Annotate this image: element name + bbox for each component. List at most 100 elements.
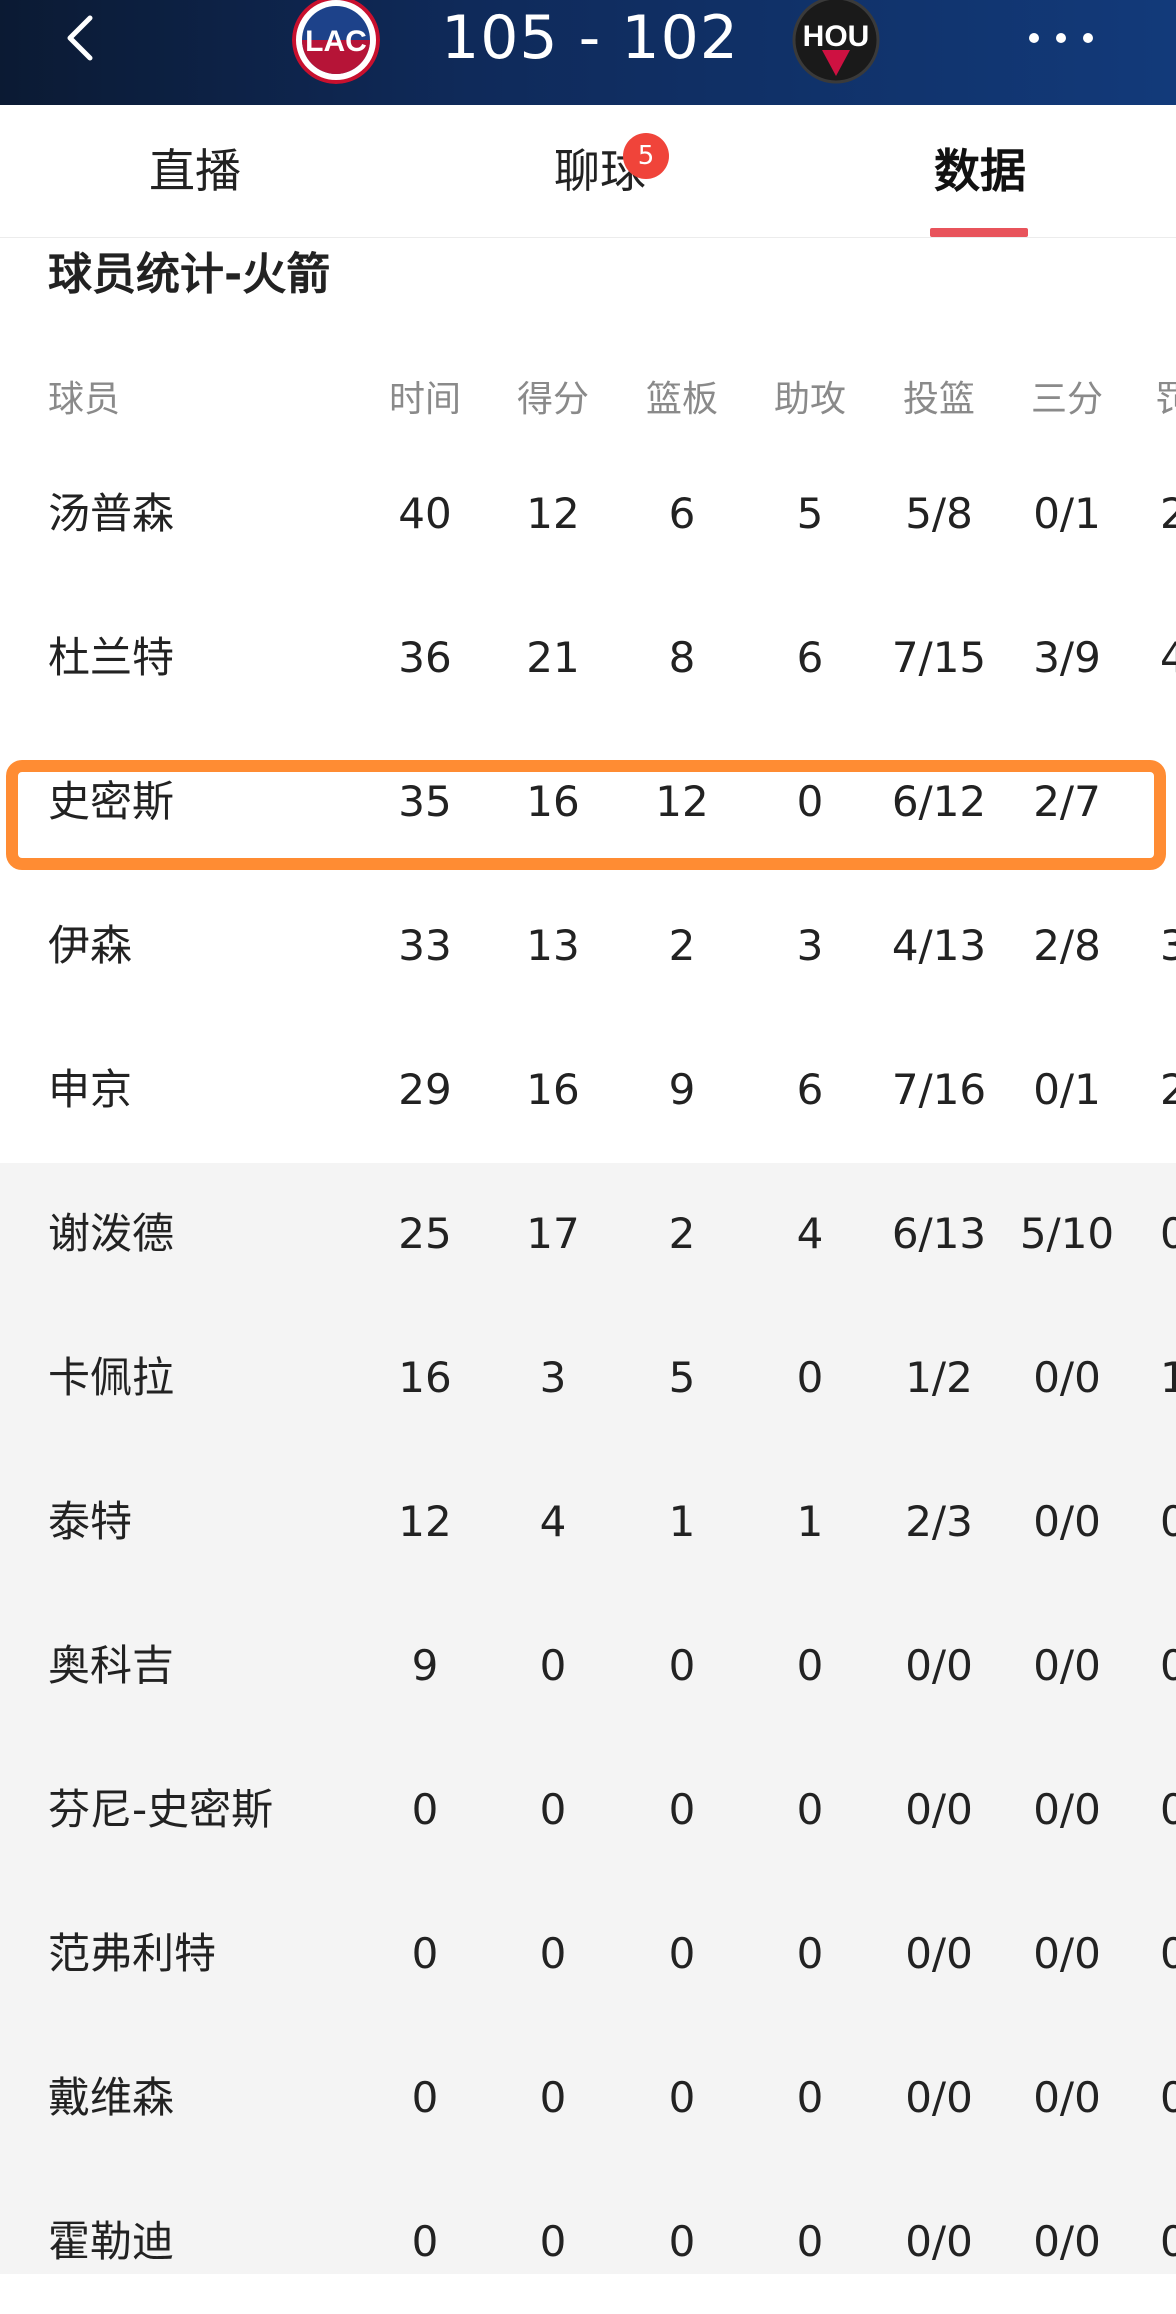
three-pointers-cell: 0/1 bbox=[1033, 1065, 1101, 1114]
col-field-goals[interactable]: 投篮 bbox=[889, 370, 989, 430]
table-row[interactable]: 卡佩拉 16 3 5 0 1/2 0/0 1 bbox=[0, 1306, 1176, 1450]
free-throws-cell: 2 bbox=[1160, 1065, 1176, 1114]
player-name-cell[interactable]: 泰特 bbox=[48, 1450, 368, 1594]
clippers-logo[interactable]: LAC bbox=[292, 0, 380, 84]
tab-chat[interactable]: 聊球 bbox=[500, 105, 700, 237]
table-row[interactable]: 芬尼-史密斯 0 0 0 0 0/0 0/0 0 bbox=[0, 1738, 1176, 1882]
player-name-cell[interactable]: 史密斯 bbox=[48, 730, 368, 874]
points-cell: 0 bbox=[539, 2217, 567, 2266]
svg-text:LAC: LAC bbox=[305, 25, 367, 58]
player-name-cell[interactable]: 芬尼-史密斯 bbox=[48, 1738, 368, 1882]
more-dots-icon[interactable] bbox=[1026, 26, 1096, 50]
points-cell: 0 bbox=[539, 1641, 567, 1690]
three-pointers-cell: 2/8 bbox=[1033, 921, 1101, 970]
table-row[interactable]: 戴维森 0 0 0 0 0/0 0/0 0 bbox=[0, 2026, 1176, 2170]
game-header: LAC 105 - 102 HOU bbox=[0, 0, 1176, 105]
game-score: 105 - 102 bbox=[441, 3, 739, 73]
player-name-cell[interactable]: 戴维森 bbox=[48, 2026, 368, 2170]
rebounds-cell: 1 bbox=[668, 1497, 696, 1546]
three-pointers-cell: 0/0 bbox=[1033, 1929, 1101, 1978]
assists-cell: 1 bbox=[796, 1497, 824, 1546]
points-cell: 16 bbox=[526, 777, 580, 826]
three-pointers-cell: 2/7 bbox=[1033, 777, 1101, 826]
col-assists[interactable]: 助攻 bbox=[760, 370, 860, 430]
rebounds-cell: 0 bbox=[668, 1641, 696, 1690]
col-player[interactable]: 球员 bbox=[48, 370, 120, 430]
tab-live[interactable]: 直播 bbox=[90, 105, 300, 237]
table-row[interactable]: 谢泼德 25 17 2 4 6/13 5/10 0 bbox=[0, 1162, 1176, 1306]
field-goals-cell: 1/2 bbox=[905, 1353, 973, 1402]
player-name-cell[interactable]: 卡佩拉 bbox=[48, 1306, 368, 1450]
minutes-cell: 33 bbox=[398, 921, 452, 970]
minutes-cell: 12 bbox=[398, 1497, 452, 1546]
minutes-cell: 0 bbox=[411, 1785, 439, 1834]
col-free-throws[interactable]: 罚 bbox=[1155, 370, 1176, 430]
assists-cell: 0 bbox=[796, 1785, 824, 1834]
table-row[interactable]: 汤普森 40 12 6 5 5/8 0/1 2 bbox=[0, 442, 1176, 586]
points-cell: 21 bbox=[526, 633, 580, 682]
free-throws-cell: 3 bbox=[1160, 921, 1176, 970]
assists-cell: 0 bbox=[796, 2217, 824, 2266]
table-row[interactable]: 范弗利特 0 0 0 0 0/0 0/0 0 bbox=[0, 1882, 1176, 2026]
chevron-left-icon[interactable] bbox=[58, 14, 106, 62]
field-goals-cell: 0/0 bbox=[905, 1929, 973, 1978]
rebounds-cell: 2 bbox=[668, 921, 696, 970]
points-cell: 16 bbox=[526, 1065, 580, 1114]
field-goals-cell: 6/12 bbox=[891, 777, 987, 826]
field-goals-cell: 0/0 bbox=[905, 1785, 973, 1834]
points-cell: 12 bbox=[526, 489, 580, 538]
col-minutes[interactable]: 时间 bbox=[375, 370, 475, 430]
field-goals-cell: 6/13 bbox=[891, 1209, 987, 1258]
col-rebounds[interactable]: 篮板 bbox=[632, 370, 732, 430]
table-row[interactable]: 伊森 33 13 2 3 4/13 2/8 3 bbox=[0, 874, 1176, 1018]
table-row[interactable]: 申京 29 16 9 6 7/16 0/1 2 bbox=[0, 1018, 1176, 1162]
table-row[interactable]: 奥科吉 9 0 0 0 0/0 0/0 0 bbox=[0, 1594, 1176, 1738]
field-goals-cell: 7/16 bbox=[891, 1065, 987, 1114]
rebounds-cell: 0 bbox=[668, 2217, 696, 2266]
free-throws-cell: 0 bbox=[1160, 1641, 1176, 1690]
field-goals-cell: 4/13 bbox=[891, 921, 987, 970]
player-name-cell[interactable]: 奥科吉 bbox=[48, 1594, 368, 1738]
minutes-cell: 36 bbox=[398, 633, 452, 682]
free-throws-cell: 2 bbox=[1160, 489, 1176, 538]
table-row[interactable]: 史密斯 35 16 12 0 6/12 2/7 bbox=[0, 730, 1176, 874]
three-pointers-cell: 0/0 bbox=[1033, 1353, 1101, 1402]
minutes-cell: 0 bbox=[411, 1929, 439, 1978]
rockets-logo[interactable]: HOU bbox=[792, 0, 880, 84]
field-goals-cell: 7/15 bbox=[891, 633, 987, 682]
section-title: 球员统计-火箭 bbox=[48, 249, 331, 300]
assists-cell: 0 bbox=[796, 2073, 824, 2122]
free-throws-cell: 0 bbox=[1160, 1929, 1176, 1978]
assists-cell: 0 bbox=[796, 1929, 824, 1978]
player-name-cell[interactable]: 范弗利特 bbox=[48, 1882, 368, 2026]
assists-cell: 6 bbox=[796, 1065, 824, 1114]
player-name-cell[interactable]: 伊森 bbox=[48, 874, 368, 1018]
col-three-pointers[interactable]: 三分 bbox=[1017, 370, 1117, 430]
player-name-cell[interactable]: 申京 bbox=[48, 1018, 368, 1162]
player-name-cell[interactable]: 杜兰特 bbox=[48, 586, 368, 730]
field-goals-cell: 2/3 bbox=[905, 1497, 973, 1546]
minutes-cell: 9 bbox=[411, 1641, 439, 1690]
free-throws-cell: 0 bbox=[1160, 1209, 1176, 1258]
active-tab-indicator bbox=[930, 228, 1028, 237]
points-cell: 3 bbox=[539, 1353, 567, 1402]
minutes-cell: 29 bbox=[398, 1065, 452, 1114]
minutes-cell: 16 bbox=[398, 1353, 452, 1402]
minutes-cell: 25 bbox=[398, 1209, 452, 1258]
player-name-cell[interactable]: 霍勒迪 bbox=[48, 2170, 368, 2314]
table-row[interactable]: 霍勒迪 0 0 0 0 0/0 0/0 0 bbox=[0, 2170, 1176, 2314]
player-name-cell[interactable]: 谢泼德 bbox=[48, 1162, 368, 1306]
minutes-cell: 0 bbox=[411, 2217, 439, 2266]
player-name-cell[interactable]: 汤普森 bbox=[48, 442, 368, 586]
three-pointers-cell: 3/9 bbox=[1033, 633, 1101, 682]
points-cell: 0 bbox=[539, 2073, 567, 2122]
free-throws-cell: 0 bbox=[1160, 2073, 1176, 2122]
table-row[interactable]: 杜兰特 36 21 8 6 7/15 3/9 4 bbox=[0, 586, 1176, 730]
rebounds-cell: 12 bbox=[655, 777, 709, 826]
chat-unread-badge: 5 bbox=[623, 133, 669, 179]
table-row[interactable]: 泰特 12 4 1 1 2/3 0/0 0 bbox=[0, 1450, 1176, 1594]
points-cell: 17 bbox=[526, 1209, 580, 1258]
three-pointers-cell: 0/0 bbox=[1033, 2217, 1101, 2266]
col-points[interactable]: 得分 bbox=[503, 370, 603, 430]
tab-stats[interactable]: 数据 bbox=[880, 105, 1080, 237]
